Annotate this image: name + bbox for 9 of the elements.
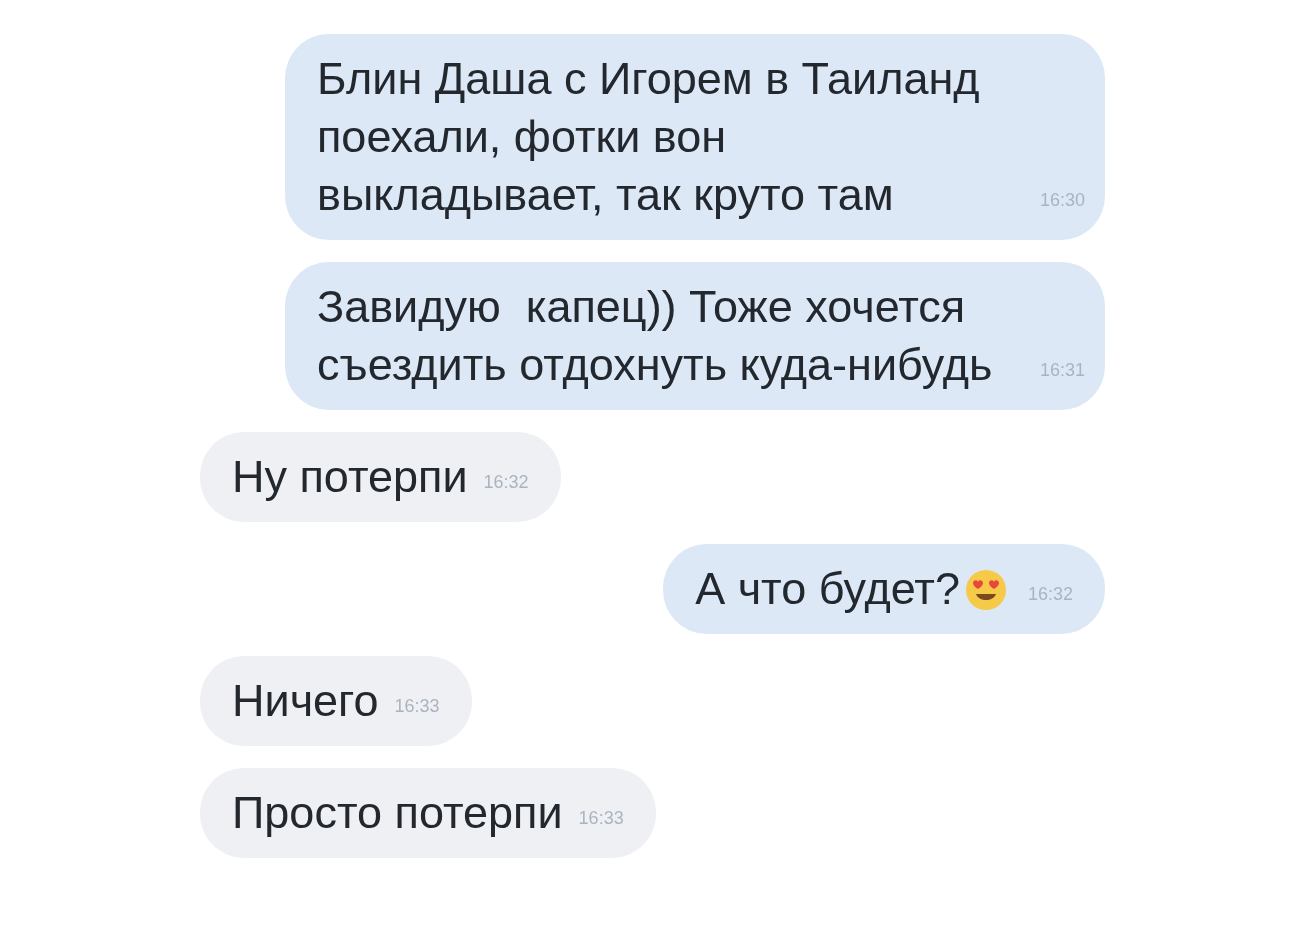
message-text: А что будет? (695, 562, 960, 616)
message-time: 16:33 (577, 807, 624, 830)
message-text: Завидую капец)) Тоже хочется съездить отдохнуть куда-нибудь (317, 280, 994, 392)
message-text: Ну потерпи (232, 450, 468, 504)
message-time: 16:33 (393, 695, 440, 718)
message-text: Просто потерпи (232, 786, 563, 840)
message-text: Блин Даша с Игорем в Таиланд поехали, фотки вон выкладывает, так круто там (317, 52, 981, 222)
message-text: Ничего (232, 674, 379, 728)
message-time: 16:32 (482, 471, 529, 494)
